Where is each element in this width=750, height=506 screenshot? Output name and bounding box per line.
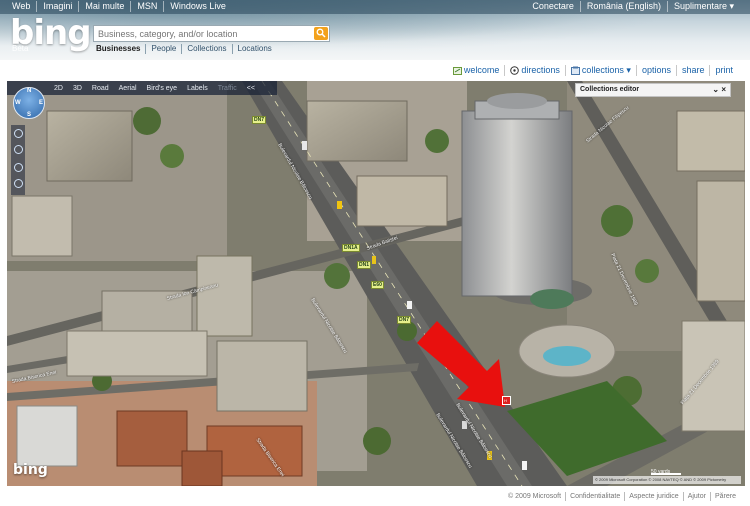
region-link[interactable]: România (English) [581,1,668,12]
compass-e: E [39,100,44,106]
route-shield: E60 [371,281,384,289]
footer-privacy[interactable]: Confidentialitate [566,492,626,501]
directions-label: directions [521,65,560,75]
nav-web[interactable]: Web [6,1,38,12]
search-box [93,25,330,42]
collections-icon [570,66,580,75]
map-view-toolbar: 2D 3D Road Aerial Bird's eye Labels Traf… [7,81,277,95]
map-bing-logo: bing [13,462,48,478]
map-view[interactable]: 2D 3D Road Aerial Bird's eye Labels Traf… [7,81,745,486]
nav-windows-live[interactable]: Windows Live [164,1,232,12]
print-link[interactable]: print [710,65,738,76]
collections-link[interactable]: collections ▾ [566,65,637,76]
extras-menu[interactable]: Suplimentare ▾ [668,1,740,12]
route-shield: DN7 [397,316,412,324]
bing-maps-page: Web Imagini Mai multe MSN Windows Live C… [0,0,750,506]
compass-rose[interactable]: N S E W [13,87,45,119]
collections-editor-title: Collections editor [580,86,640,93]
welcome-label: welcome [463,65,500,75]
options-link[interactable]: options [637,65,677,76]
view-2d[interactable]: 2D [49,85,68,92]
zoom-out-icon[interactable] [14,145,23,154]
scope-collections[interactable]: Collections [182,44,233,54]
zoom-rotate-controls [11,125,25,195]
compass-w: W [15,100,21,106]
location-pin[interactable]: H [502,396,511,405]
search-scopes: Businesses People Collections Locations [96,44,277,54]
scope-businesses[interactable]: Businesses [96,44,147,54]
route-shield: DN1A [342,244,360,252]
beta-label: Beta [12,44,29,53]
directions-link[interactable]: directions [505,65,566,76]
collapse-toolbar-button[interactable]: << [242,85,260,92]
welcome-link[interactable]: welcome [448,65,506,76]
route-shield: DN1 [357,261,372,269]
top-nav-left: Web Imagini Mai multe MSN Windows Live [6,1,232,12]
compass-n: N [27,88,32,94]
search-input[interactable] [98,27,308,41]
pin-label: H [504,398,507,403]
compass-s: S [27,112,32,118]
view-birds-eye[interactable]: Bird's eye [142,85,183,92]
share-label: share [681,65,705,75]
map-attribution: © 2009 Microsoft Corporation © 2008 NAVT… [593,476,741,484]
footer-feedback[interactable]: Părere [711,492,740,501]
footer: © 2009 Microsoft Confidentialitate Aspec… [504,492,740,501]
zoom-in-icon[interactable] [14,129,23,138]
rotate-right-icon[interactable] [14,179,23,188]
share-link[interactable]: share [677,65,711,76]
nav-more[interactable]: Mai multe [79,1,132,12]
view-aerial[interactable]: Aerial [114,85,142,92]
search-button[interactable] [314,27,328,40]
route-shield: DN7 [252,116,267,124]
footer-help[interactable]: Ajutor [684,492,711,501]
header: Web Imagini Mai multe MSN Windows Live C… [0,0,750,60]
print-label: print [715,65,733,75]
top-nav: Web Imagini Mai multe MSN Windows Live C… [0,0,750,14]
scale-bar: 50 yards [651,469,741,475]
traffic-toggle[interactable]: Traffic [213,85,242,92]
collections-editor-panel[interactable]: Collections editor ⌄ × [575,83,731,97]
options-label: options [641,65,671,75]
collections-label: collections ▾ [581,65,631,75]
search-icon [316,28,326,38]
labels-toggle[interactable]: Labels [182,85,213,92]
view-3d[interactable]: 3D [68,85,87,92]
scope-people[interactable]: People [146,44,183,54]
welcome-icon [452,66,462,75]
footer-copyright: © 2009 Microsoft [504,492,567,501]
directions-icon [510,66,520,75]
footer-legal[interactable]: Aspecte juridice [625,492,684,501]
view-road[interactable]: Road [87,85,114,92]
scope-locations[interactable]: Locations [233,44,277,54]
map-toolbar-links: welcome directions collections ▾ options [0,60,750,81]
sign-in-link[interactable]: Conectare [526,1,581,12]
collections-editor-controls[interactable]: ⌄ × [712,85,726,94]
nav-msn[interactable]: MSN [131,1,165,12]
nav-images[interactable]: Imagini [37,1,80,12]
rotate-left-icon[interactable] [14,163,23,172]
top-nav-right: Conectare România (English) Suplimentare… [526,1,740,12]
